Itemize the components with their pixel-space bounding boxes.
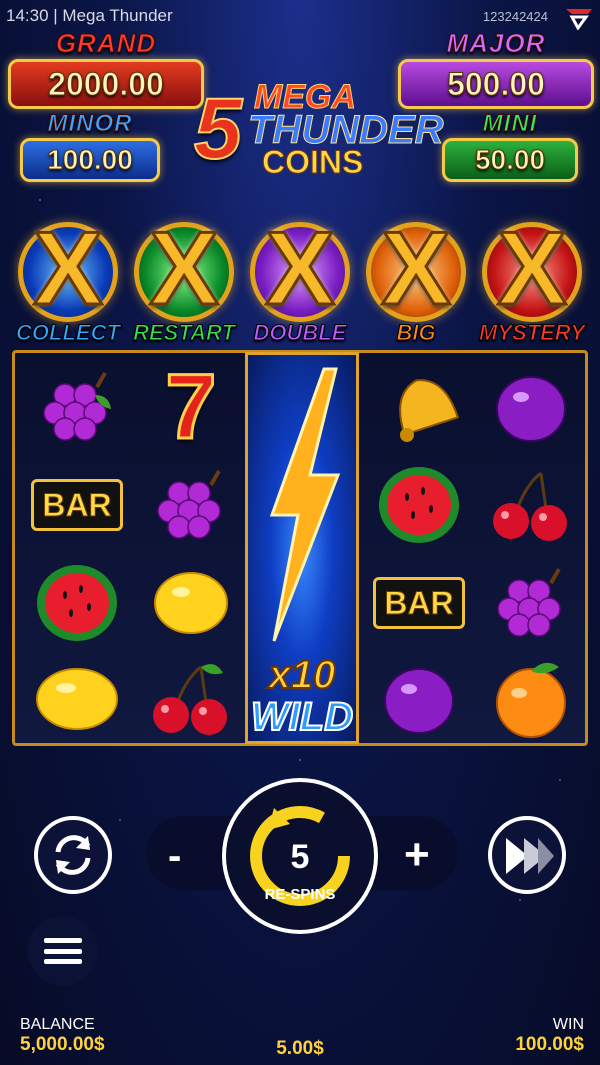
- feature-label: DOUBLE: [253, 320, 347, 346]
- grapes-icon: [481, 555, 581, 651]
- cherries-icon: [141, 651, 241, 747]
- x-mark-icon: X: [380, 211, 452, 327]
- reel-2: 7: [135, 353, 247, 743]
- seven-text: 7: [164, 354, 218, 459]
- wild-stacked-symbol: x10 WILD: [245, 352, 359, 744]
- feature-double: X DOUBLE: [242, 213, 358, 350]
- jackpot-grand-value: 2000.00: [8, 59, 204, 109]
- feature-big: X BIG: [358, 213, 474, 350]
- jackpot-grand: GRAND 2000.00: [8, 28, 204, 109]
- x-mark-icon: X: [496, 211, 568, 327]
- game-logo-line3: COINS: [261, 144, 364, 181]
- jackpot-minor-value: 100.00: [20, 138, 160, 182]
- lemon-icon: [141, 555, 241, 651]
- feature-collect: X COLLECT: [10, 213, 126, 350]
- autoplay-button[interactable]: [34, 816, 112, 894]
- x-mark-icon: X: [148, 211, 220, 327]
- plum-icon: [369, 651, 469, 747]
- respins-label: RE-SPINS: [264, 886, 336, 903]
- increase-bet-button[interactable]: +: [404, 830, 430, 880]
- status-title: 14:30 | Mega Thunder: [6, 6, 173, 25]
- reel-4: BAR: [363, 353, 475, 743]
- feature-label: COLLECT: [16, 320, 121, 346]
- bar-symbol: BAR: [369, 555, 469, 651]
- decrease-bet-button[interactable]: -: [168, 834, 181, 879]
- jackpot-mini-value: 50.00: [442, 138, 578, 182]
- jackpot-mini-label: MINI: [482, 110, 538, 138]
- watermelon-icon: [369, 457, 469, 553]
- x-mark-icon: X: [264, 211, 336, 327]
- bet-display: 5.00$: [0, 1038, 600, 1060]
- bar-symbol: BAR: [27, 457, 127, 553]
- turbo-button[interactable]: [488, 816, 566, 894]
- jackpot-major-label: MAJOR: [446, 28, 546, 59]
- jackpot-minor: MINOR 100.00: [20, 110, 160, 182]
- jackpot-minor-label: MINOR: [47, 110, 133, 138]
- feature-label: BIG: [396, 320, 436, 346]
- bet-value: 5.00$: [276, 1038, 324, 1059]
- x-mark-icon: X: [32, 211, 104, 327]
- respins-count: 5: [290, 838, 310, 876]
- win-label: WIN: [552, 1016, 584, 1033]
- lemon-icon: [27, 651, 127, 747]
- orange-icon: [481, 651, 581, 747]
- menu-button[interactable]: [28, 916, 98, 986]
- jackpot-grand-label: GRAND: [55, 28, 157, 59]
- reel-5: [475, 353, 587, 743]
- hamburger-icon: [44, 938, 82, 964]
- feature-orbs: X COLLECT X RESTART X DOUBLE X BIG X MYS…: [10, 213, 590, 350]
- provider-logo-icon: [566, 9, 592, 30]
- spin-button[interactable]: 5 RE-SPINS: [222, 778, 378, 934]
- status-bar: 14:30 | Mega Thunder 123242424: [6, 6, 594, 30]
- jackpot-major-value: 500.00: [398, 59, 594, 109]
- game-logo: 5 MEGA THUNDER COINS: [193, 76, 444, 181]
- feature-mystery: X MYSTERY: [474, 213, 590, 350]
- reel-1: BAR: [21, 353, 133, 743]
- watermelon-icon: [27, 555, 127, 651]
- win-value: 100.00$: [515, 1034, 584, 1055]
- balance-label: BALANCE: [20, 1016, 95, 1033]
- bar-text: BAR: [373, 577, 465, 629]
- bar-text: BAR: [31, 479, 123, 531]
- lightning-bolt-icon: [269, 367, 341, 642]
- grapes-icon: [27, 359, 127, 455]
- bell-icon: [369, 359, 469, 455]
- feature-label: RESTART: [133, 320, 236, 346]
- fast-forward-icon: [506, 838, 554, 874]
- win-display: WIN 100.00$: [515, 1016, 584, 1056]
- feature-restart: X RESTART: [126, 213, 242, 350]
- refresh-icon: [55, 835, 91, 875]
- wild-label: WILD: [250, 694, 354, 740]
- reel-grid: BAR 7 x10 WILD BAR: [12, 350, 588, 746]
- seven-symbol: 7: [141, 354, 241, 459]
- wild-multiplier: x10: [268, 652, 337, 698]
- feature-label: MYSTERY: [479, 320, 586, 346]
- grapes-icon: [141, 457, 241, 553]
- jackpot-mini: MINI 50.00: [442, 110, 578, 182]
- plum-icon: [481, 359, 581, 455]
- jackpot-major: MAJOR 500.00: [398, 28, 594, 109]
- cherries-icon: [481, 457, 581, 553]
- game-logo-number: 5: [193, 80, 243, 178]
- player-id: 123242424: [482, 9, 548, 24]
